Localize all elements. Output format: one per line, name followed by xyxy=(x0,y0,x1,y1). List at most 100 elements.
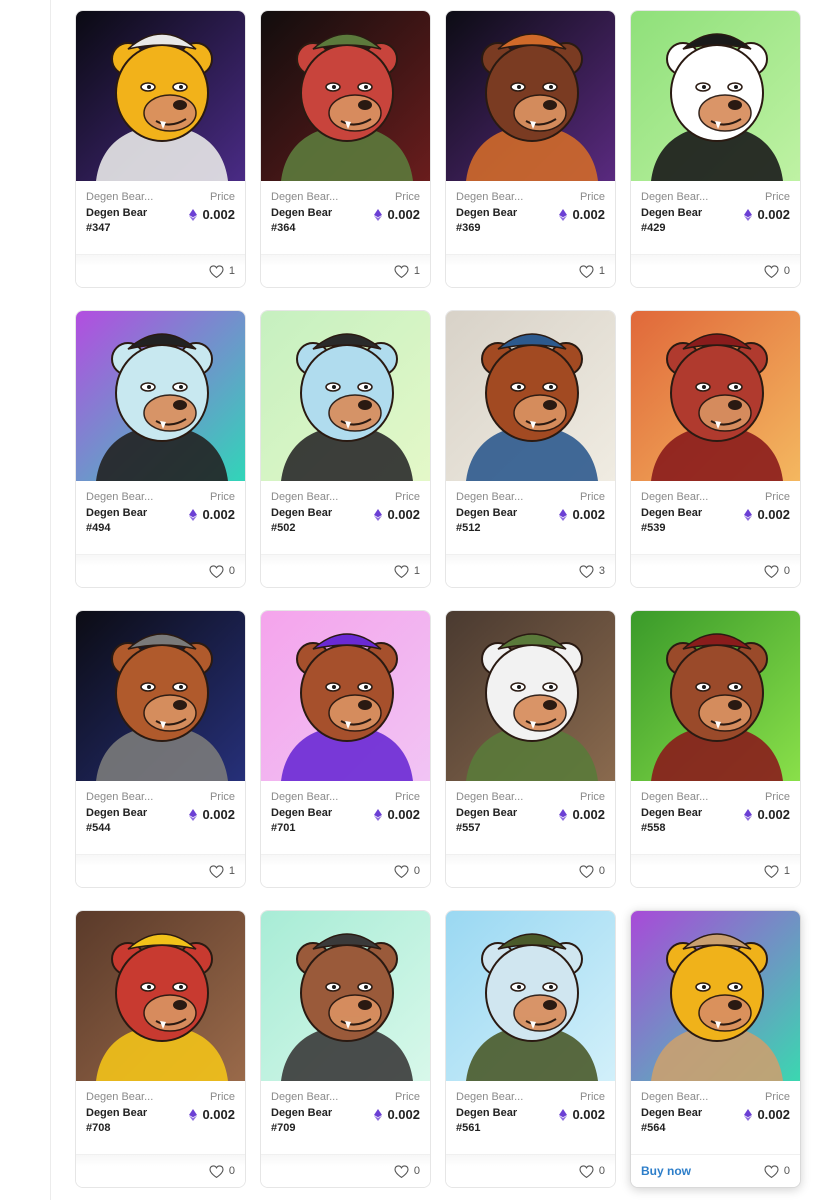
nft-image[interactable] xyxy=(446,11,615,181)
card-footer: 1 xyxy=(446,254,615,287)
nft-card[interactable]: Degen Bear... Price Degen Bear #561 0.00… xyxy=(445,910,616,1188)
collection-name[interactable]: Degen Bear... xyxy=(271,491,341,503)
nft-image[interactable] xyxy=(631,611,800,781)
like-button[interactable]: 0 xyxy=(579,1164,605,1178)
collection-name[interactable]: Degen Bear... xyxy=(86,791,156,803)
like-count: 1 xyxy=(783,865,790,877)
card-footer: 0 xyxy=(261,1154,430,1187)
nft-image[interactable] xyxy=(631,911,800,1081)
nft-card[interactable]: Degen Bear... Price Degen Bear #369 0.00… xyxy=(445,10,616,288)
collection-name[interactable]: Degen Bear... xyxy=(271,791,341,803)
like-button[interactable]: 0 xyxy=(579,864,605,878)
like-count: 1 xyxy=(228,265,235,277)
collection-name[interactable]: Degen Bear... xyxy=(641,791,711,803)
nft-card[interactable]: Degen Bear... Price Degen Bear #539 0.00… xyxy=(630,310,801,588)
nft-card[interactable]: Degen Bear... Price Degen Bear #708 0.00… xyxy=(75,910,246,1188)
like-button[interactable]: 1 xyxy=(209,864,235,878)
nft-card[interactable]: Degen Bear... Price Degen Bear #512 0.00… xyxy=(445,310,616,588)
like-button[interactable]: 1 xyxy=(579,264,605,278)
sidebar-divider xyxy=(50,0,51,1200)
nft-card[interactable]: Degen Bear... Price Degen Bear #709 0.00… xyxy=(260,910,431,1188)
card-info: Degen Bear... Price Degen Bear #558 0.00… xyxy=(631,781,800,856)
like-button[interactable]: 0 xyxy=(394,864,420,878)
collection-name[interactable]: Degen Bear... xyxy=(86,491,156,503)
collection-name[interactable]: Degen Bear... xyxy=(456,1091,526,1103)
card-footer: 1 xyxy=(76,854,245,887)
price-label: Price xyxy=(579,491,605,503)
nft-image[interactable] xyxy=(446,311,615,481)
price-amount: 0.002 xyxy=(202,1107,235,1122)
like-button[interactable]: 1 xyxy=(394,264,420,278)
token-number: #364 xyxy=(271,222,296,234)
nft-card[interactable]: Degen Bear... Price Degen Bear #502 0.00… xyxy=(260,310,431,588)
like-button[interactable]: 0 xyxy=(764,1164,790,1178)
token-number: #564 xyxy=(641,1122,666,1134)
price-label: Price xyxy=(209,491,235,503)
buy-now-button[interactable]: Buy now xyxy=(641,1164,691,1178)
nft-image[interactable] xyxy=(261,911,430,1081)
like-button[interactable]: 1 xyxy=(764,864,790,878)
collection-name[interactable]: Degen Bear... xyxy=(641,1091,711,1103)
collection-name[interactable]: Degen Bear... xyxy=(86,1091,156,1103)
nft-image[interactable] xyxy=(261,611,430,781)
card-info: Degen Bear... Price Degen Bear #701 0.00… xyxy=(261,781,430,856)
token-number: #708 xyxy=(86,1122,111,1134)
collection-name[interactable]: Degen Bear... xyxy=(641,491,711,503)
nft-image[interactable] xyxy=(76,611,245,781)
nft-image[interactable] xyxy=(76,311,245,481)
ethereum-icon xyxy=(559,808,568,821)
nft-card[interactable]: Degen Bear... Price Degen Bear #557 0.00… xyxy=(445,610,616,888)
like-button[interactable]: 1 xyxy=(209,264,235,278)
token-name-text: Degen Bear xyxy=(86,207,148,219)
token-name: Degen Bear #709 xyxy=(271,1106,351,1136)
token-name-text: Degen Bear xyxy=(86,507,148,519)
nft-card[interactable]: Degen Bear... Price Degen Bear #558 0.00… xyxy=(630,610,801,888)
collection-name[interactable]: Degen Bear... xyxy=(456,791,526,803)
nft-card[interactable]: Degen Bear... Price Degen Bear #429 0.00… xyxy=(630,10,801,288)
like-button[interactable]: 0 xyxy=(764,564,790,578)
collection-name[interactable]: Degen Bear... xyxy=(641,191,711,203)
nft-card[interactable]: Degen Bear... Price Degen Bear #347 0.00… xyxy=(75,10,246,288)
token-name: Degen Bear #544 xyxy=(86,806,166,836)
nft-image[interactable] xyxy=(76,911,245,1081)
like-button[interactable]: 3 xyxy=(579,564,605,578)
collection-name[interactable]: Degen Bear... xyxy=(456,191,526,203)
heart-icon xyxy=(764,1164,779,1178)
bear-illustration xyxy=(446,11,615,181)
like-button[interactable]: 1 xyxy=(394,564,420,578)
token-name-text: Degen Bear xyxy=(641,1107,703,1119)
price-amount: 0.002 xyxy=(757,207,790,222)
nft-card[interactable]: Degen Bear... Price Degen Bear #364 0.00… xyxy=(260,10,431,288)
nft-image[interactable] xyxy=(631,311,800,481)
token-number: #347 xyxy=(86,222,111,234)
nft-card[interactable]: Degen Bear... Price Degen Bear #544 0.00… xyxy=(75,610,246,888)
bear-illustration xyxy=(631,611,800,781)
ethereum-icon xyxy=(189,808,198,821)
nft-card[interactable]: Degen Bear... Price Degen Bear #701 0.00… xyxy=(260,610,431,888)
like-count: 0 xyxy=(783,565,790,577)
nft-image[interactable] xyxy=(631,11,800,181)
card-info: Degen Bear... Price Degen Bear #512 0.00… xyxy=(446,481,615,556)
card-info: Degen Bear... Price Degen Bear #544 0.00… xyxy=(76,781,245,856)
token-name-text: Degen Bear xyxy=(456,507,518,519)
heart-icon xyxy=(764,264,779,278)
nft-image[interactable] xyxy=(446,911,615,1081)
nft-image[interactable] xyxy=(261,11,430,181)
like-button[interactable]: 0 xyxy=(764,264,790,278)
collection-name[interactable]: Degen Bear... xyxy=(456,491,526,503)
collection-name[interactable]: Degen Bear... xyxy=(271,1091,341,1103)
nft-image[interactable] xyxy=(261,311,430,481)
nft-card[interactable]: Degen Bear... Price Degen Bear #564 0.00… xyxy=(630,910,801,1188)
like-button[interactable]: 0 xyxy=(209,564,235,578)
ethereum-icon xyxy=(744,1108,753,1121)
nft-image[interactable] xyxy=(446,611,615,781)
collection-name[interactable]: Degen Bear... xyxy=(86,191,156,203)
like-button[interactable]: 0 xyxy=(394,1164,420,1178)
collection-name[interactable]: Degen Bear... xyxy=(271,191,341,203)
card-footer: 0 xyxy=(446,854,615,887)
nft-image[interactable] xyxy=(76,11,245,181)
nft-card[interactable]: Degen Bear... Price Degen Bear #494 0.00… xyxy=(75,310,246,588)
like-button[interactable]: 0 xyxy=(209,1164,235,1178)
price-label: Price xyxy=(764,1091,790,1103)
heart-icon xyxy=(209,564,224,578)
